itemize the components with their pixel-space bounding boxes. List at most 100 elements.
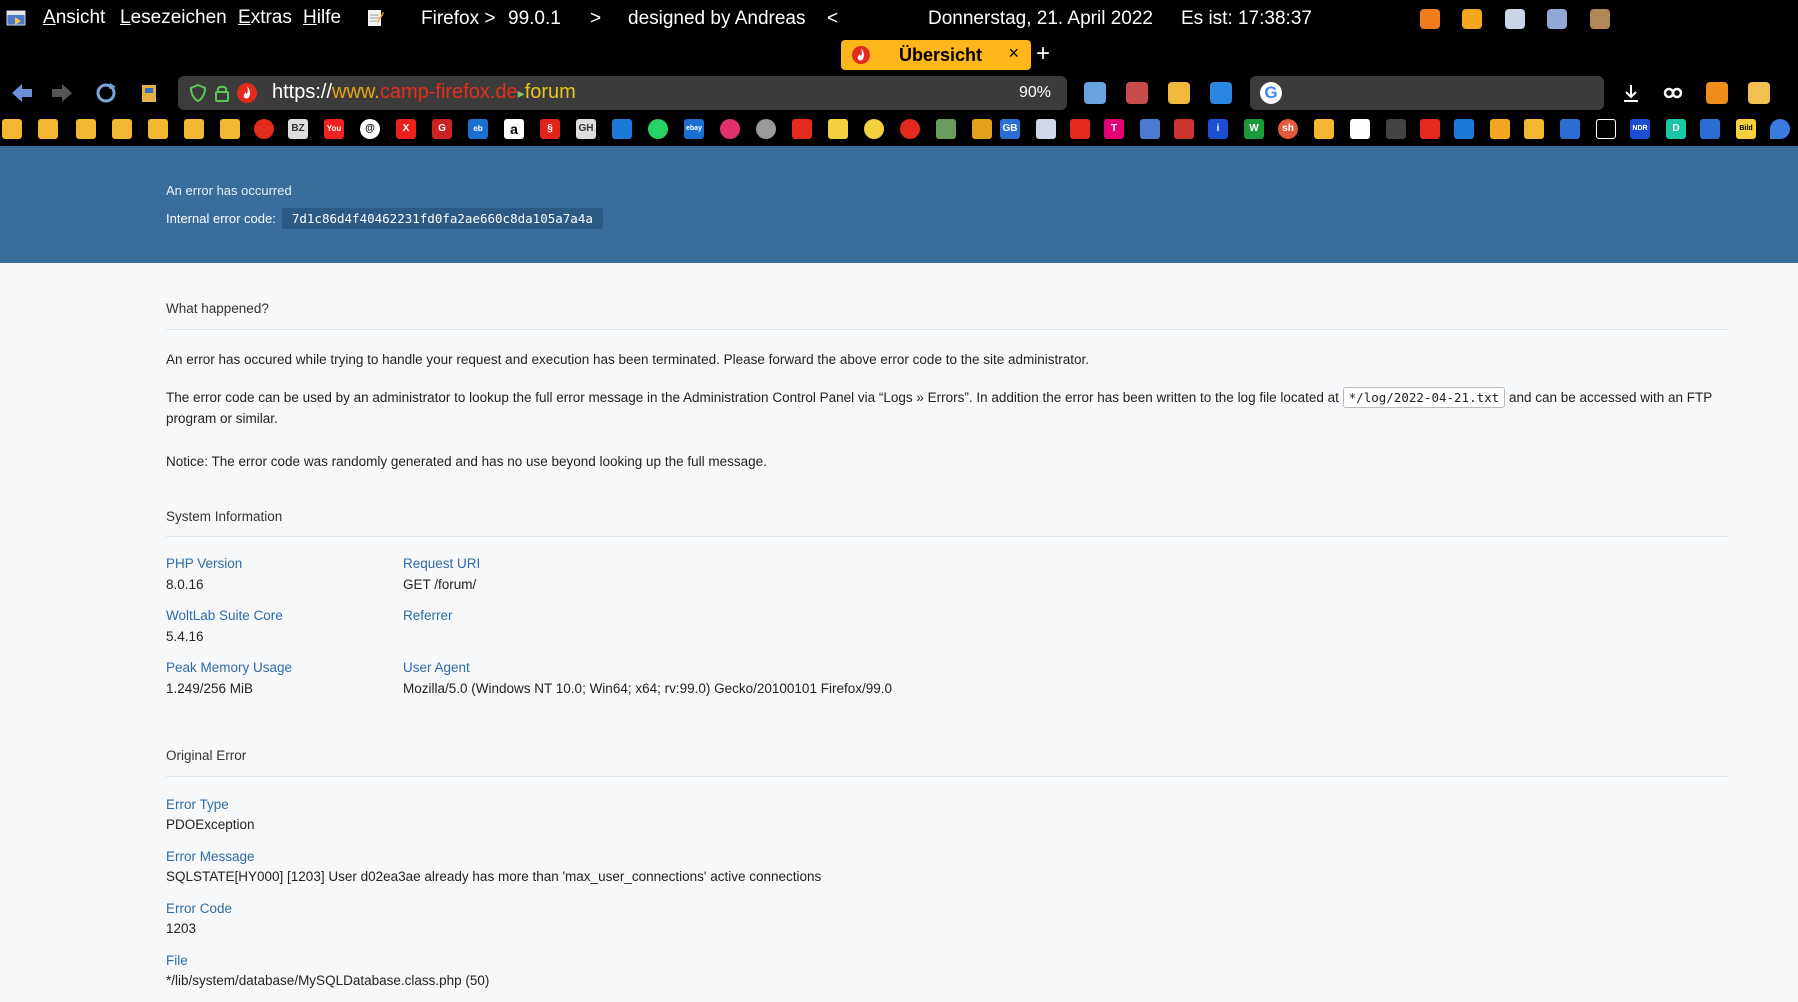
- menu-extras[interactable]: Extras: [238, 7, 292, 29]
- bookmark-ebay-icon[interactable]: eb: [468, 119, 488, 139]
- bookmark-c-icon[interactable]: [1070, 119, 1090, 139]
- lock-icon[interactable]: [213, 83, 231, 103]
- bookmark-emblem-icon[interactable]: [972, 119, 992, 139]
- bookmark-emoji-icon[interactable]: [828, 119, 848, 139]
- error-header: An error has occurred Internal error cod…: [0, 146, 1798, 263]
- bookmark-gb-2-icon[interactable]: [1560, 119, 1580, 139]
- bookmark-disc-icon[interactable]: [756, 119, 776, 139]
- bookmark-bz-icon[interactable]: BZ: [288, 119, 308, 139]
- bookmark-gb-1-icon[interactable]: GB: [1000, 119, 1020, 139]
- bookmark-folder-2-icon[interactable]: [38, 119, 58, 139]
- bookmark-pen-icon[interactable]: [1386, 119, 1406, 139]
- home-icon[interactable]: [135, 80, 163, 106]
- bookmark-chat-icon[interactable]: [1454, 119, 1474, 139]
- bookmark-monitor-icon[interactable]: [612, 119, 632, 139]
- bookmark-folder-9-icon[interactable]: [1524, 119, 1544, 139]
- bookmark-note-icon[interactable]: [1036, 119, 1056, 139]
- bookmark-ebay-2-icon[interactable]: ebay: [684, 119, 704, 139]
- what-happened-paragraph-1: An error has occured while trying to han…: [166, 352, 1090, 367]
- title-version: 99.0.1: [508, 8, 561, 29]
- bookmark-folder-7-icon[interactable]: [220, 119, 240, 139]
- zoom-level[interactable]: 90%: [1019, 84, 1051, 102]
- bookmark-d2-icon[interactable]: D: [1666, 119, 1686, 139]
- bookmark-folder-5-icon[interactable]: [148, 119, 168, 139]
- what-happened-paragraph-2: The error code can be used by an adminis…: [166, 387, 1728, 429]
- search-bar[interactable]: G: [1250, 76, 1604, 110]
- bookmark-camp-firefox-icon[interactable]: [254, 119, 274, 139]
- bookmark-folder-4-icon[interactable]: [112, 119, 132, 139]
- folder-icon[interactable]: [1210, 82, 1232, 104]
- user-agent-value: Mozilla/5.0 (Windows NT 10.0; Win64; x64…: [403, 681, 892, 696]
- reload-icon[interactable]: [92, 80, 120, 106]
- download-icon[interactable]: [1620, 82, 1642, 104]
- bookmark-location-icon[interactable]: [1770, 119, 1790, 139]
- url-text[interactable]: https://www.camp-firefox.de▸forum: [272, 81, 576, 104]
- menu-bar: Ansicht Lesezeichen Extras Hilfe Firefox…: [0, 0, 1798, 38]
- bookmark-info-icon[interactable]: i: [1208, 119, 1228, 139]
- bookmark-at-icon[interactable]: @: [360, 119, 380, 139]
- bookmark-d-icon[interactable]: [1596, 119, 1616, 139]
- extension-icon[interactable]: [1126, 82, 1148, 104]
- bookmark-figure-icon[interactable]: [1140, 119, 1160, 139]
- folder-open-icon[interactable]: [1168, 82, 1190, 104]
- error-code[interactable]: 7d1c86d4f40462231fd0fa2ae660c8da105a7a4a: [281, 208, 603, 229]
- bookmark-cloud-icon[interactable]: [720, 119, 740, 139]
- container-icon[interactable]: [1084, 82, 1106, 104]
- original-error-title: Original Error: [166, 748, 247, 763]
- log-file-path[interactable]: */log/2022-04-21.txt: [1342, 387, 1506, 408]
- navigation-bar: https://www.camp-firefox.de▸forum 90% G: [0, 74, 1798, 112]
- bookmark-folder-6-icon[interactable]: [184, 119, 204, 139]
- forward-arrow-icon[interactable]: [48, 80, 76, 106]
- new-tab-button[interactable]: +: [1036, 40, 1050, 68]
- bookmark-white-icon[interactable]: [1350, 119, 1370, 139]
- error-code-value: 1203: [166, 921, 197, 936]
- bookmark-gh-icon[interactable]: GH: [576, 119, 596, 139]
- bookmark-gb-3-icon[interactable]: [1700, 119, 1720, 139]
- site-favicon-icon: [237, 83, 257, 103]
- core-version-label: WoltLab Suite Core: [166, 608, 283, 623]
- tool-icon[interactable]: [1590, 9, 1610, 29]
- app-window-icon[interactable]: [6, 9, 26, 27]
- bookmark-folder-3-icon[interactable]: [76, 119, 96, 139]
- back-arrow-icon[interactable]: [8, 80, 36, 106]
- css-editor-icon[interactable]: [1462, 9, 1482, 29]
- bookmark-flame-icon[interactable]: [900, 119, 920, 139]
- error-code-label: Internal error code:: [166, 211, 276, 226]
- bookmark-youtube-icon[interactable]: You: [324, 119, 344, 139]
- bookmark-sh-icon[interactable]: sh: [1278, 119, 1298, 139]
- bookmark-landscape-icon[interactable]: [936, 119, 956, 139]
- bookmark-x-icon[interactable]: X: [396, 119, 416, 139]
- bookmark-people-icon[interactable]: [1174, 119, 1194, 139]
- tab-close-icon[interactable]: ×: [1008, 43, 1019, 64]
- bookmark-folder-1-icon[interactable]: [2, 119, 22, 139]
- bookmark-folder-icon[interactable]: [1748, 82, 1770, 104]
- bookmark-m-icon[interactable]: [1420, 119, 1440, 139]
- bookmark-w-icon[interactable]: W: [1244, 119, 1264, 139]
- bookmark-tiles-icon[interactable]: [1490, 119, 1510, 139]
- file-value: */lib/system/database/MySQLDatabase.clas…: [166, 973, 490, 988]
- url-bar[interactable]: https://www.camp-firefox.de▸forum 90%: [178, 76, 1067, 110]
- menu-ansicht[interactable]: Ansicht: [43, 7, 105, 29]
- private-mask-icon[interactable]: [1662, 82, 1684, 104]
- menu-hilfe[interactable]: Hilfe: [303, 7, 341, 29]
- bookmark-whatsapp-icon[interactable]: [648, 119, 668, 139]
- profile-folder-icon[interactable]: [1547, 9, 1567, 29]
- bookmark-red-icon[interactable]: [792, 119, 812, 139]
- search-addon-icon[interactable]: [1706, 82, 1728, 104]
- tracking-shield-icon[interactable]: [188, 83, 208, 103]
- notes-icon[interactable]: [1505, 9, 1525, 29]
- bookmark-amazon-icon[interactable]: a: [504, 119, 524, 139]
- tab-uebersicht[interactable]: Übersicht ×: [841, 40, 1031, 70]
- section-divider: [166, 776, 1728, 777]
- bookmark-folder-8-icon[interactable]: [1314, 119, 1334, 139]
- restart-icon[interactable]: [1420, 9, 1440, 29]
- bookmark-smiley-icon[interactable]: [864, 119, 884, 139]
- bookmark-bild-icon[interactable]: Bild: [1736, 119, 1756, 139]
- bookmark-ndr-icon[interactable]: NDR: [1630, 119, 1650, 139]
- bookmark-telekom-icon[interactable]: T: [1104, 119, 1124, 139]
- bookmark-g-icon[interactable]: G: [432, 119, 452, 139]
- section-divider: [166, 536, 1728, 537]
- menu-lesezeichen[interactable]: Lesezeichen: [120, 7, 227, 29]
- bookmark-sparkasse-icon[interactable]: §: [540, 119, 560, 139]
- notepad-icon[interactable]: [365, 8, 385, 28]
